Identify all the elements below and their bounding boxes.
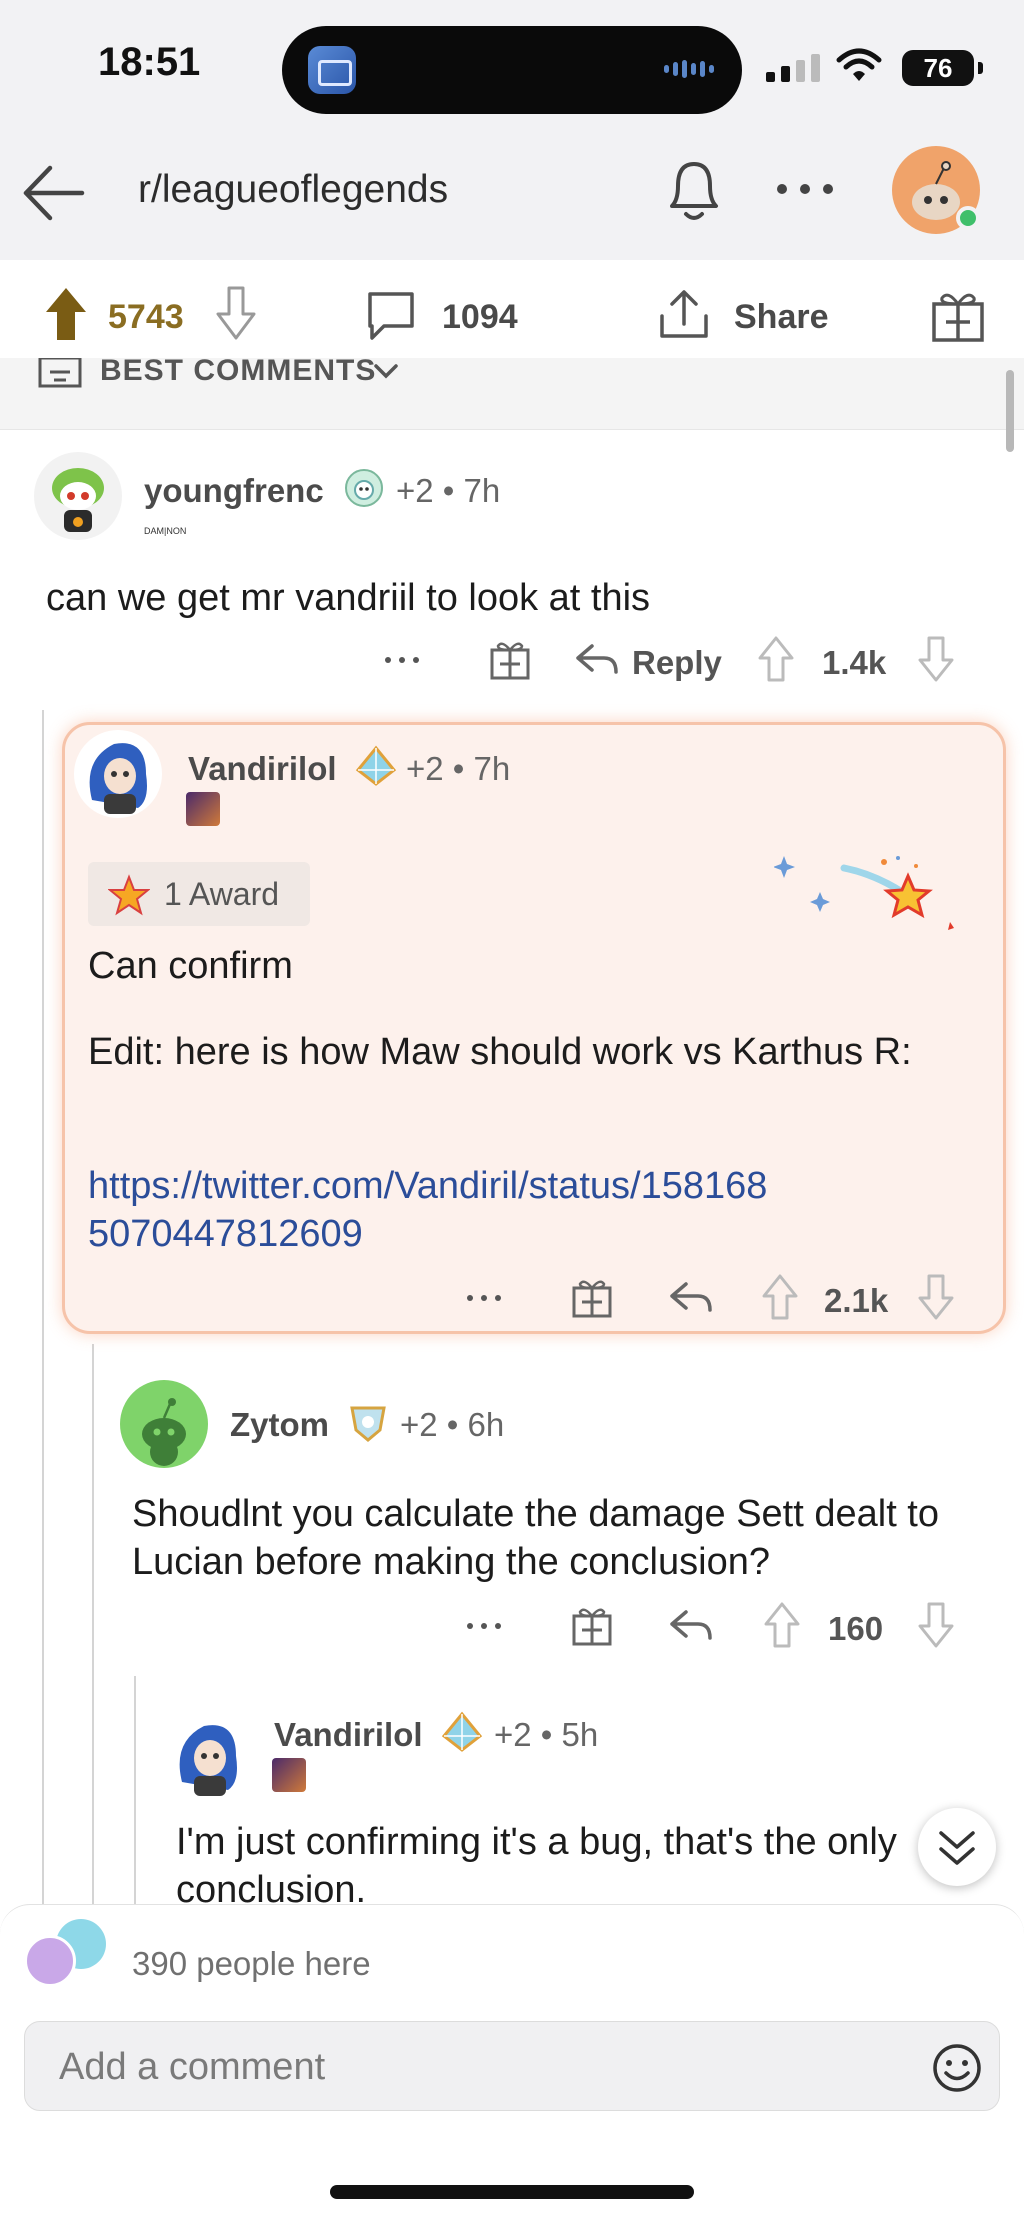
comment-meta: +2 • 7h [396, 472, 501, 509]
reply-icon[interactable] [668, 1606, 714, 1646]
post-action-bar: 5743 1094 Share [0, 260, 1024, 372]
downvote-icon[interactable] [918, 1602, 954, 1648]
comment-score: 2.1k [824, 1282, 889, 1319]
comment-author[interactable]: Vandirilol [188, 750, 337, 788]
upvote-icon[interactable] [762, 1274, 798, 1320]
reply-icon[interactable] [574, 640, 620, 680]
avatar[interactable] [74, 730, 162, 818]
comment-meta: +2 • 7h [406, 750, 511, 787]
presence-count: 390 people here [132, 1945, 371, 1982]
chevron-down-icon [374, 364, 398, 379]
award-label: 1 Award [164, 876, 280, 912]
downvote-icon[interactable] [918, 1274, 954, 1320]
post-score: 5743 [108, 298, 184, 336]
gift-icon[interactable] [488, 638, 532, 682]
thread-line[interactable] [134, 1676, 136, 1906]
blue-hair-avatar-icon [89, 743, 147, 814]
wifi-icon [836, 48, 882, 81]
award-chip[interactable]: 1 Award [88, 862, 310, 926]
app-icon [308, 46, 356, 94]
comment-body: Shoudlnt you calculate the damage Sett d… [132, 1493, 939, 1583]
dynamic-island [282, 26, 742, 114]
avatar[interactable] [120, 1380, 208, 1468]
downvote-icon[interactable] [216, 286, 256, 340]
more-icon[interactable] [382, 652, 422, 668]
status-time: 18:51 [98, 40, 201, 84]
shooting-star-icon [774, 856, 954, 930]
home-indicator [330, 2185, 694, 2199]
tweet-link[interactable]: https://twitter.com/Vandiril/status/1581… [88, 1162, 788, 1258]
sort-bar[interactable]: BEST COMMENTS [0, 358, 1024, 430]
user-flair-icon [186, 792, 220, 826]
comment-meta: +2 • 6h [400, 1406, 505, 1443]
thread-line[interactable] [42, 710, 44, 1910]
user-badge-icon [345, 469, 383, 507]
crystal-badge-icon [355, 745, 397, 786]
downvote-icon[interactable] [918, 636, 954, 682]
user-flair-icon [272, 1758, 306, 1792]
upvote-icon[interactable] [44, 286, 88, 342]
comment-composer-bar: 390 people here Add a comment [0, 1904, 1024, 2218]
gift-icon[interactable] [930, 288, 986, 344]
double-chevron-down-icon [939, 1831, 975, 1865]
gift-icon[interactable] [570, 1276, 614, 1320]
gift-icon[interactable] [570, 1604, 614, 1648]
user-flair: DAM|NON [144, 526, 187, 536]
upvote-icon[interactable] [758, 636, 794, 682]
comment-icon[interactable] [364, 288, 418, 342]
battery-tip [978, 62, 983, 74]
comment-body-line: Can confirm [88, 945, 293, 987]
avatar[interactable] [34, 452, 122, 540]
blue-hair-avatar-icon [179, 1725, 237, 1796]
more-icon[interactable] [464, 1618, 504, 1634]
add-comment-input[interactable]: Add a comment [24, 2021, 1000, 2111]
signal-icon [766, 54, 820, 82]
comment-count[interactable]: 1094 [442, 298, 518, 337]
snoo-dragon-avatar-icon [52, 468, 104, 532]
sort-icon [38, 358, 82, 388]
more-icon[interactable] [774, 174, 836, 204]
avatar[interactable] [164, 1712, 252, 1800]
snoo-icon [142, 1398, 186, 1466]
share-icon[interactable] [656, 286, 712, 342]
online-status-dot [956, 206, 980, 230]
comment-author[interactable]: youngfrenc [144, 472, 324, 510]
upvote-icon[interactable] [764, 1602, 800, 1648]
more-icon[interactable] [464, 1290, 504, 1306]
comment-placeholder: Add a comment [59, 2046, 326, 2088]
shield-badge-icon [350, 1406, 386, 1442]
comment-author[interactable]: Zytom [230, 1406, 329, 1444]
reply-button[interactable]: Reply [632, 644, 722, 682]
battery-indicator: 76 [902, 50, 974, 86]
presence-avatar [24, 1935, 76, 1987]
subreddit-title[interactable]: r/leagueoflegends [138, 168, 448, 212]
sort-label: BEST COMMENTS [100, 358, 377, 387]
status-bar: 18:51 76 [0, 0, 1024, 130]
comment-body: I'm just confirming it's a bug, that's t… [176, 1821, 897, 1911]
comment-score: 160 [828, 1610, 884, 1647]
next-comment-button[interactable] [918, 1808, 996, 1886]
share-button[interactable]: Share [734, 298, 829, 337]
emoji-icon[interactable] [931, 2042, 983, 2094]
bell-icon[interactable] [662, 154, 726, 228]
back-arrow-icon[interactable] [18, 158, 88, 228]
audio-wave-icon [664, 60, 714, 78]
crystal-badge-icon [441, 1711, 483, 1752]
award-star-icon [108, 874, 150, 916]
scrollbar-thumb[interactable] [1006, 370, 1014, 452]
reply-icon[interactable] [668, 1278, 714, 1318]
comment-body: can we get mr vandriil to look at this [46, 577, 651, 619]
comment-score: 1.4k [822, 644, 887, 681]
thread-line[interactable] [92, 1344, 94, 1904]
comment-meta: +2 • 5h [494, 1716, 599, 1753]
comment-author[interactable]: Vandirilol [274, 1716, 423, 1754]
comment-body-line: Edit: here is how Maw should work vs Kar… [88, 1031, 912, 1073]
subreddit-header: r/leagueoflegends [0, 130, 1024, 260]
